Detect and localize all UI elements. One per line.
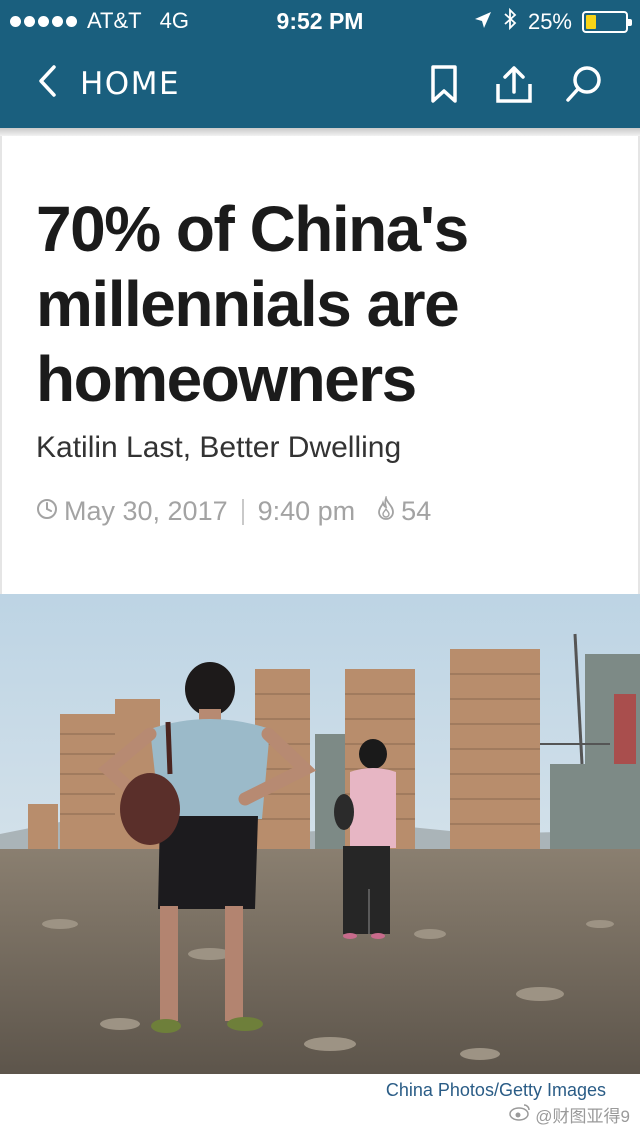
article-meta: May 30, 2017 9:40 pm 54 bbox=[36, 494, 431, 527]
bookmark-icon[interactable] bbox=[424, 64, 464, 104]
article-headline: 70% of China's millennials are homeowner… bbox=[36, 193, 469, 415]
weibo-icon bbox=[509, 1103, 531, 1126]
article-photo bbox=[0, 594, 640, 1074]
status-bar: AT&T 4G 9:52 PM 25% bbox=[0, 0, 640, 40]
bluetooth-icon bbox=[502, 7, 518, 37]
nav-divider bbox=[0, 128, 640, 136]
nav-actions bbox=[424, 64, 604, 104]
battery-percent: 25% bbox=[527, 9, 572, 34]
back-label: HOME bbox=[80, 65, 181, 102]
article-header: 70% of China's millennials are homeowner… bbox=[0, 136, 640, 594]
article-date: May 30, 2017 bbox=[64, 496, 228, 526]
search-icon[interactable] bbox=[564, 64, 604, 104]
share-icon[interactable] bbox=[494, 64, 534, 104]
photo-credit: China Photos/Getty Images bbox=[385, 1080, 606, 1100]
app-header: AT&T 4G 9:52 PM 25% HOME bbox=[0, 0, 640, 128]
watermark: @财图亚得9 bbox=[509, 1102, 630, 1127]
back-button[interactable]: HOME bbox=[36, 64, 180, 103]
status-right: 25% bbox=[474, 7, 632, 37]
chevron-left-icon bbox=[36, 64, 58, 103]
article-time: 9:40 pm bbox=[257, 496, 356, 526]
battery-level-fill bbox=[586, 15, 596, 29]
location-arrow-icon bbox=[474, 9, 492, 35]
watermark-text: @财图亚得9 bbox=[535, 1107, 630, 1126]
meta-separator bbox=[241, 498, 244, 525]
comment-count[interactable]: 54 bbox=[401, 496, 431, 527]
clock-icon bbox=[36, 496, 58, 527]
battery-icon bbox=[582, 11, 632, 33]
nav-bar: HOME bbox=[0, 40, 640, 128]
photo-illustration bbox=[0, 594, 640, 1074]
flame-icon bbox=[377, 494, 395, 527]
article-byline[interactable]: Katilin Last, Better Dwelling bbox=[36, 431, 401, 465]
